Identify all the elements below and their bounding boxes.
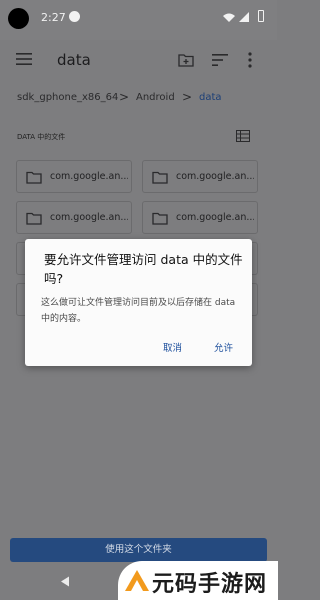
watermark-logo-icon (125, 570, 149, 591)
back-icon[interactable] (60, 576, 70, 587)
folder-icon (26, 212, 42, 225)
camera-cutout (8, 8, 29, 29)
permission-dialog: 要允许文件管理访问 data 中的文件吗? 这么做可让文件管理访问目前及以后存储… (25, 239, 252, 366)
notification-icon (69, 11, 80, 22)
dialog-message: 这么做可让文件管理访问目前及以后存储在 data 中的内容。 (41, 298, 236, 324)
sort-icon[interactable] (212, 53, 228, 67)
breadcrumb-separator: > (119, 90, 130, 104)
folder-icon (152, 171, 168, 184)
dialog-title: 要允许文件管理访问 data 中的文件吗? (44, 252, 243, 286)
folder-item[interactable]: com.google.an... (16, 160, 132, 193)
folder-item[interactable]: com.google.an... (142, 160, 258, 193)
folder-name: com.google.an... (176, 171, 254, 182)
watermark: 元码手游网 (118, 561, 278, 600)
menu-icon[interactable] (16, 52, 32, 66)
folder-name: com.google.an... (50, 171, 128, 182)
new-folder-icon[interactable] (178, 53, 194, 67)
battery-icon (258, 10, 264, 22)
wifi-signal-icon (223, 12, 249, 22)
breadcrumb-item-data[interactable]: data (199, 92, 222, 103)
app-toolbar: data (0, 40, 277, 80)
folder-item[interactable]: com.google.an... (16, 201, 132, 234)
folder-icon (152, 212, 168, 225)
more-options-icon[interactable] (248, 52, 252, 68)
folder-icon (26, 171, 42, 184)
folder-name: com.google.an... (176, 212, 254, 223)
folder-name: com.google.an... (50, 212, 128, 223)
page-title: data (57, 51, 91, 69)
status-bar: 2:27 (0, 0, 277, 40)
breadcrumb-item-device[interactable]: sdk_gphone_x86_64 (17, 92, 118, 103)
cancel-button[interactable]: 取消 (163, 340, 182, 354)
folder-item[interactable]: com.google.an... (142, 201, 258, 234)
status-time: 2:27 (41, 11, 66, 24)
watermark-text: 元码手游网 (152, 572, 268, 597)
breadcrumb-item-android[interactable]: Android (136, 92, 175, 103)
breadcrumb-separator: > (182, 90, 193, 104)
allow-button[interactable]: 允许 (214, 340, 233, 354)
use-this-folder-button[interactable]: 使用这个文件夹 (10, 538, 267, 562)
list-view-icon[interactable] (236, 130, 250, 142)
section-label: DATA 中的文件 (17, 133, 66, 141)
